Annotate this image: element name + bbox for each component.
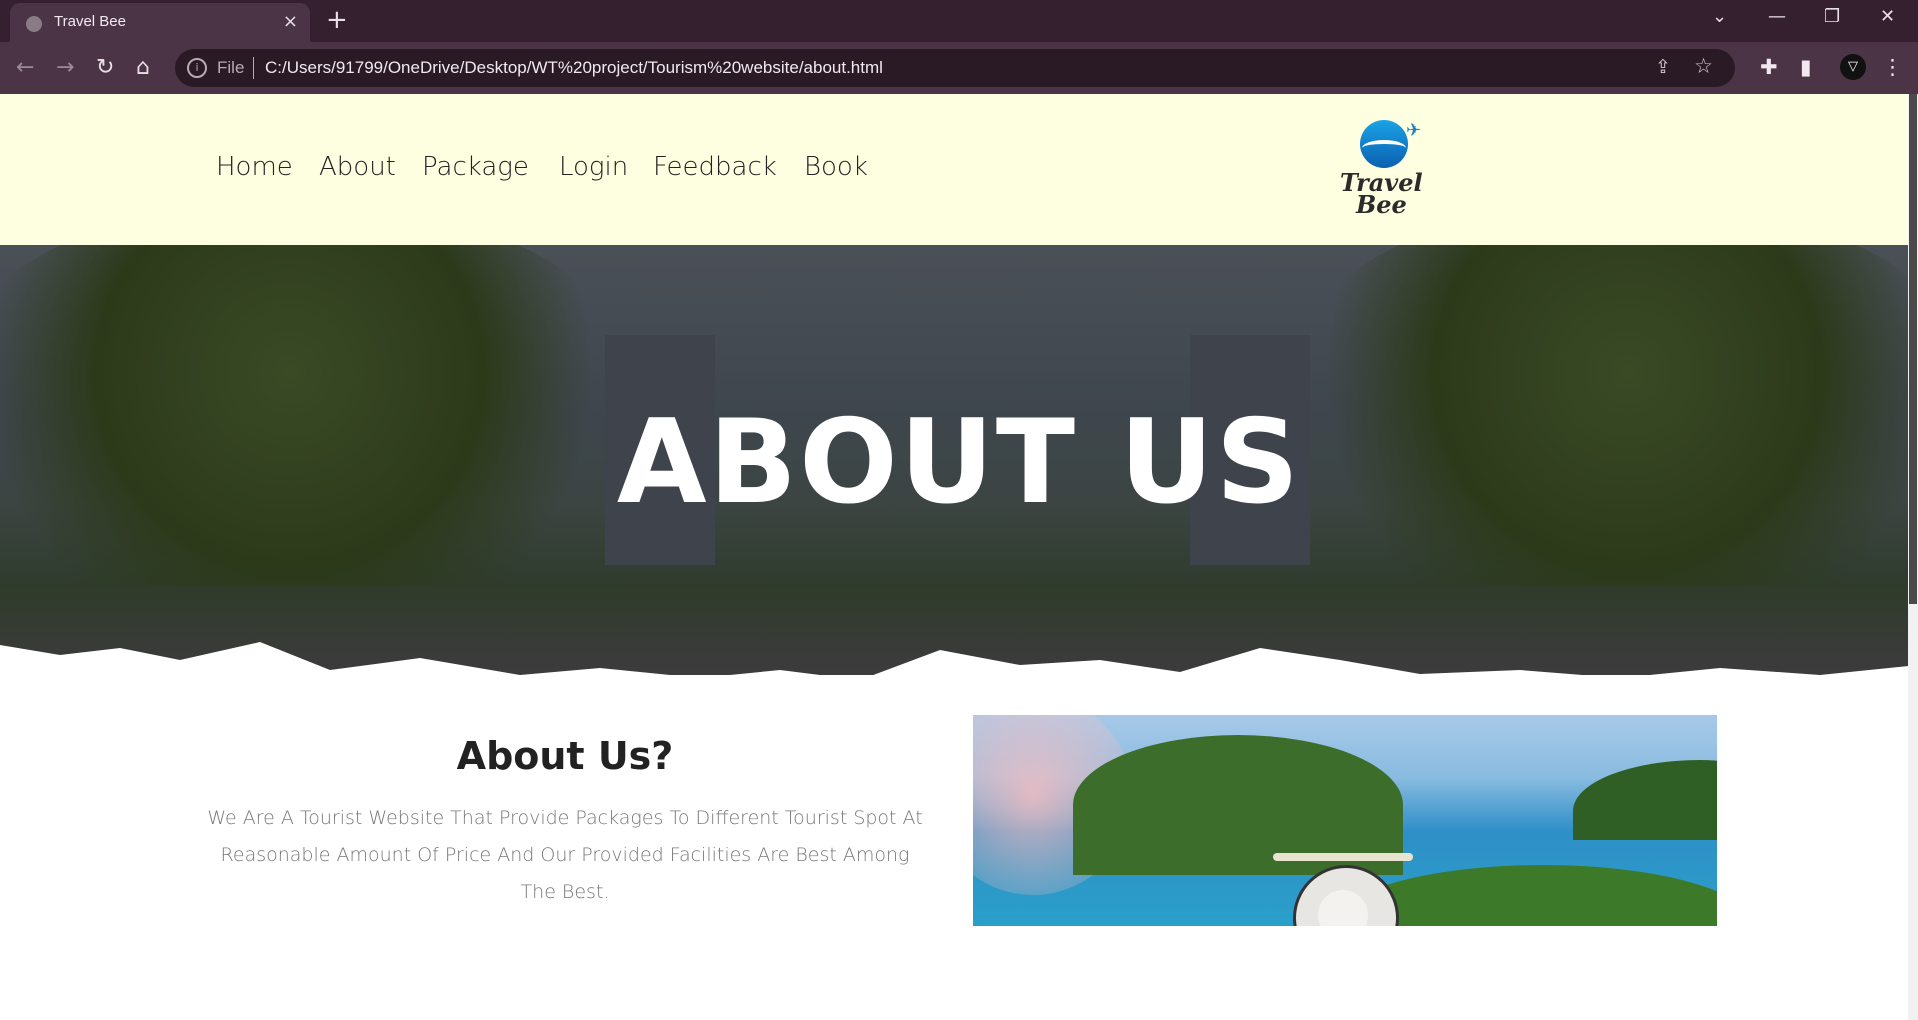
tab-strip: Travel Bee × + ⌄ — ❐ ✕ <box>0 0 1918 42</box>
airplane-icon: ✈ <box>1406 120 1422 141</box>
minimize-icon[interactable]: — <box>1768 6 1786 27</box>
tab-title: Travel Bee <box>54 13 126 30</box>
scrollbar-thumb[interactable] <box>1909 94 1917 604</box>
forward-icon[interactable]: → <box>56 55 74 80</box>
wave-icon <box>1362 140 1406 156</box>
info-icon[interactable]: i <box>187 58 207 78</box>
nav-book[interactable]: Book <box>804 152 868 182</box>
sand-bar <box>1273 853 1413 861</box>
about-heading: About Us? <box>456 734 674 778</box>
address-bar[interactable]: i File C:/Users/91799/OneDrive/Desktop/W… <box>175 49 1735 87</box>
restore-icon[interactable]: ❐ <box>1824 6 1840 27</box>
reload-icon[interactable]: ↻ <box>96 55 114 80</box>
extensions-icon[interactable]: ✚ <box>1760 55 1778 79</box>
logo-text-line2: Bee <box>1356 190 1407 219</box>
window-close-icon[interactable]: ✕ <box>1880 6 1895 27</box>
back-icon[interactable]: ← <box>16 55 34 80</box>
nav-home[interactable]: Home <box>216 152 293 182</box>
browser-toolbar: ← → ↻ ⌂ i File C:/Users/91799/OneDrive/D… <box>0 42 1918 94</box>
nav-package[interactable]: Package <box>422 152 529 182</box>
globe-icon <box>26 16 42 32</box>
brush-stroke-edge <box>0 642 1918 675</box>
page-scrollbar[interactable] <box>1908 94 1918 1020</box>
tab-search-icon[interactable]: ⌄ <box>1712 6 1727 27</box>
share-icon[interactable]: ⇪ <box>1655 56 1671 78</box>
hero-banner: ABOUT US <box>0 245 1918 675</box>
nav-login[interactable]: Login <box>559 152 628 182</box>
home-icon[interactable]: ⌂ <box>136 55 150 80</box>
profile-icon[interactable]: ▽ <box>1840 54 1866 80</box>
hero-title: ABOUT US <box>616 395 1302 530</box>
browser-tab[interactable]: Travel Bee × <box>10 3 310 42</box>
nav-about[interactable]: About <box>319 152 396 182</box>
menu-icon[interactable]: ⋮ <box>1882 55 1903 79</box>
url-scheme: File <box>217 58 245 77</box>
about-description: We Are A Tourist Website That Provide Pa… <box>207 807 923 903</box>
url-separator <box>253 57 254 79</box>
sidepanel-icon[interactable]: ▮ <box>1800 55 1812 79</box>
star-icon[interactable]: ☆ <box>1694 54 1713 78</box>
nav-feedback[interactable]: Feedback <box>653 152 777 182</box>
island-right <box>1573 760 1717 840</box>
island-photo <box>973 715 1717 926</box>
url-text[interactable]: C:/Users/91799/OneDrive/Desktop/WT%20pro… <box>265 58 883 78</box>
travel-bee-logo[interactable]: ✈ Travel Bee <box>1336 120 1432 219</box>
site-header: Home About Package Login Feedback Book ✈… <box>0 94 1918 245</box>
close-icon[interactable]: × <box>283 11 298 32</box>
new-tab-button[interactable]: + <box>326 5 348 35</box>
